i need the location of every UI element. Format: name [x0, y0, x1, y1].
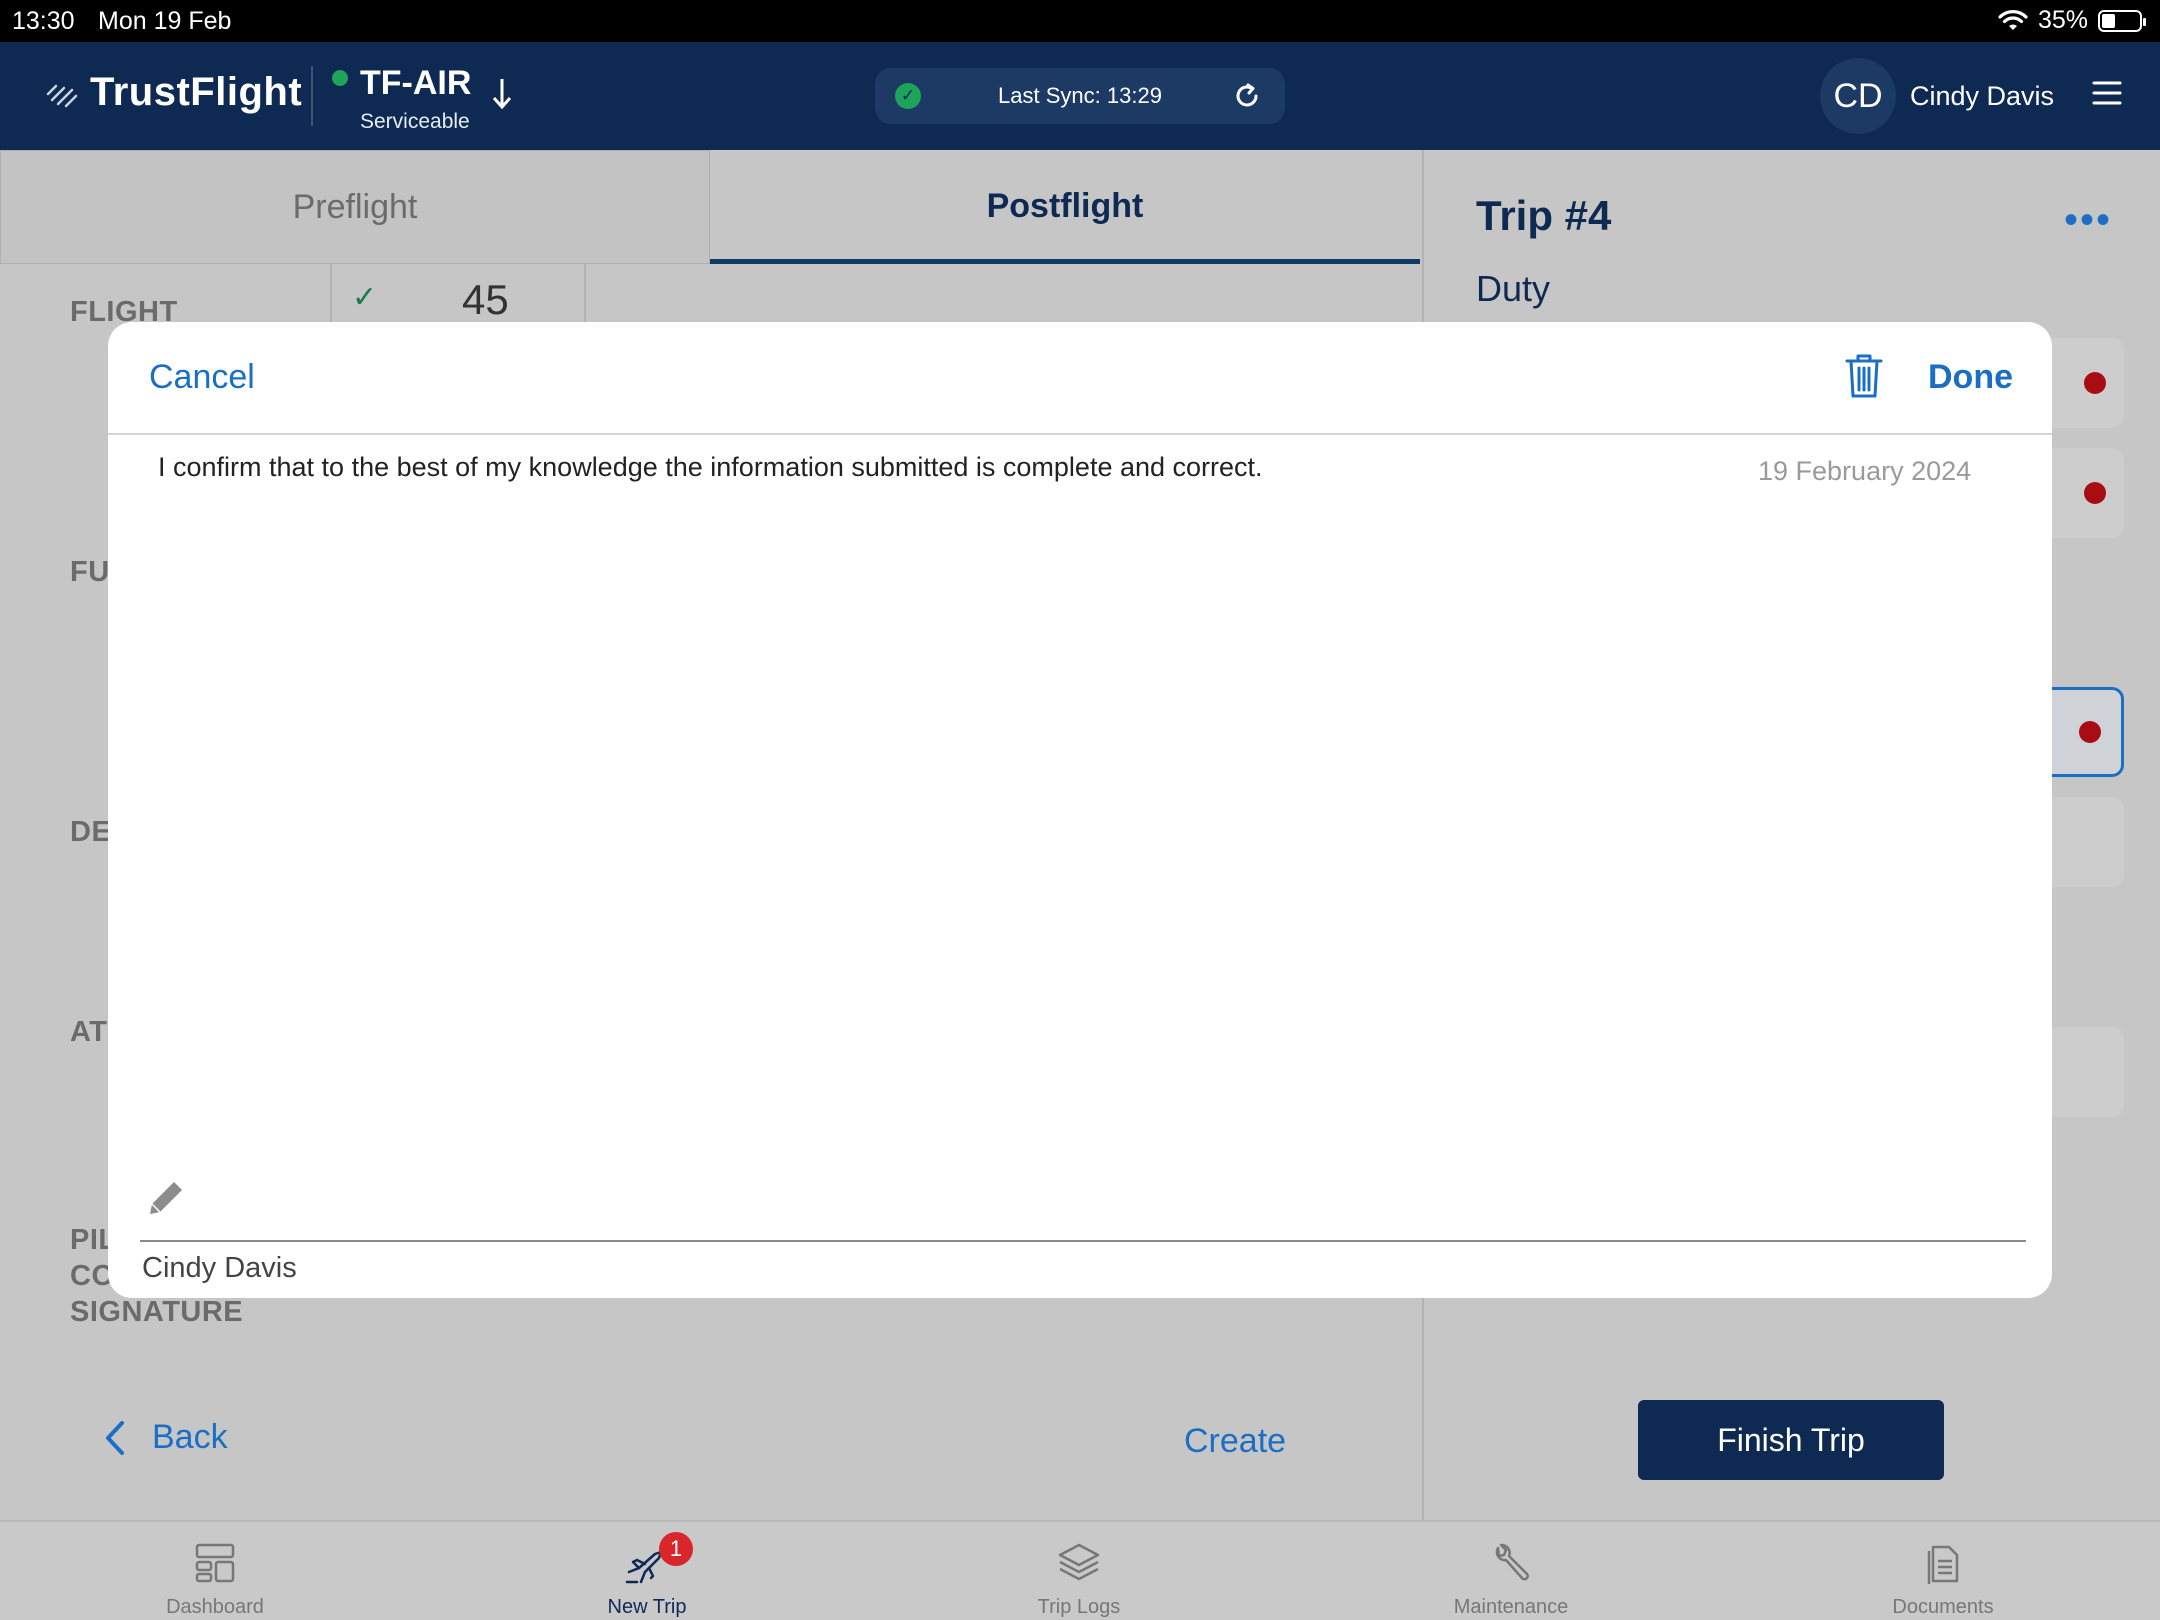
signature-date: 19 February 2024	[1758, 456, 1972, 486]
trip-title: Trip #4	[1476, 192, 1612, 239]
signer-name: Cindy Davis	[142, 1252, 297, 1284]
flight-value: 45	[462, 276, 509, 323]
battery-percent: 35%	[2037, 6, 2088, 34]
signature-line[interactable]	[140, 1240, 2026, 1242]
confirmation-statement: I confirm that to the best of my knowled…	[158, 452, 1263, 482]
tab-label: Maintenance	[1453, 1596, 1569, 1618]
alert-dot	[2079, 721, 2101, 743]
chevron-left-icon	[106, 1420, 124, 1455]
status-bar: 13:30 Mon 19 Feb 35%	[0, 0, 2160, 42]
back-button[interactable]: Back	[104, 1418, 228, 1457]
tab-postflight[interactable]: Postflight	[710, 150, 1420, 264]
dashboard-icon	[195, 1543, 235, 1583]
brand-name: TrustFlight	[90, 70, 303, 114]
finish-trip-button[interactable]: Finish Trip	[1638, 1400, 1944, 1480]
user-name[interactable]: Cindy Davis	[1910, 81, 2054, 112]
new-trip-badge: 1	[659, 1532, 693, 1566]
sync-text: Last Sync: 13:29	[998, 83, 1162, 108]
tab-new-trip[interactable]: 1 New Trip	[547, 1532, 747, 1619]
signature-modal: Cancel Done I confirm that to the best o…	[108, 322, 2052, 1298]
tab-label: New Trip	[607, 1596, 687, 1618]
back-label: Back	[152, 1418, 228, 1456]
checkmark-icon: ✓	[352, 281, 378, 314]
documents-icon	[1927, 1545, 1959, 1584]
arrow-down-icon[interactable]	[490, 76, 514, 112]
row-label-fuel: FU	[70, 556, 110, 588]
aircraft-status: Serviceable	[360, 110, 470, 133]
tab-maintenance[interactable]: Maintenance	[1411, 1538, 1611, 1619]
wifi-icon	[1998, 9, 2028, 30]
alert-dot	[2084, 482, 2106, 504]
flight-phase-tabs: Preflight Postflight	[0, 150, 1422, 264]
tab-documents[interactable]: Documents	[1843, 1538, 2043, 1619]
status-right: 35%	[1998, 6, 2146, 35]
battery-icon	[2098, 9, 2146, 32]
tab-label: Trip Logs	[1037, 1596, 1121, 1618]
bottom-tab-bar: Dashboard 1 New Trip Trip Logs Maintenan…	[0, 1520, 2160, 1620]
tab-label: Documents	[1892, 1596, 1994, 1618]
cancel-button[interactable]: Cancel	[149, 358, 255, 397]
refresh-icon[interactable]	[1231, 80, 1263, 112]
pencil-icon[interactable]	[146, 1176, 188, 1218]
sync-status[interactable]: ✓ Last Sync: 13:29	[875, 68, 1285, 124]
trash-icon[interactable]	[1844, 352, 1884, 400]
tab-dashboard[interactable]: Dashboard	[115, 1538, 315, 1619]
aircraft-selector[interactable]: TF-AIR Serviceable	[332, 64, 512, 133]
create-button[interactable]: Create	[1184, 1422, 1286, 1461]
hamburger-menu-icon[interactable]	[2092, 78, 2122, 108]
done-button[interactable]: Done	[1928, 358, 2013, 397]
trustflight-logo-icon	[46, 84, 78, 107]
app-header: TrustFlight TF-AIR Serviceable ✓ Last Sy…	[0, 42, 2160, 150]
status-time: 13:30	[12, 7, 75, 35]
avatar[interactable]: CD	[1820, 58, 1896, 134]
alert-dot	[2084, 372, 2106, 394]
tab-trip-logs[interactable]: Trip Logs	[979, 1538, 1179, 1619]
tab-label: Dashboard	[166, 1596, 264, 1618]
brand-logo: TrustFlight	[44, 70, 302, 115]
tab-preflight[interactable]: Preflight	[0, 150, 710, 264]
row-label-de: DE	[70, 816, 112, 848]
layers-icon	[1058, 1543, 1100, 1581]
aircraft-registration: TF-AIR	[360, 64, 472, 102]
wrench-icon	[1495, 1543, 1529, 1581]
row-label-at: AT	[70, 1016, 108, 1048]
aircraft-status-dot	[332, 70, 348, 86]
modal-header: Cancel Done	[108, 322, 2052, 435]
more-options-icon[interactable]: •••	[2064, 198, 2112, 243]
section-duty: Duty	[1476, 268, 1551, 309]
status-date: Mon 19 Feb	[98, 7, 232, 35]
header-divider	[311, 66, 313, 126]
